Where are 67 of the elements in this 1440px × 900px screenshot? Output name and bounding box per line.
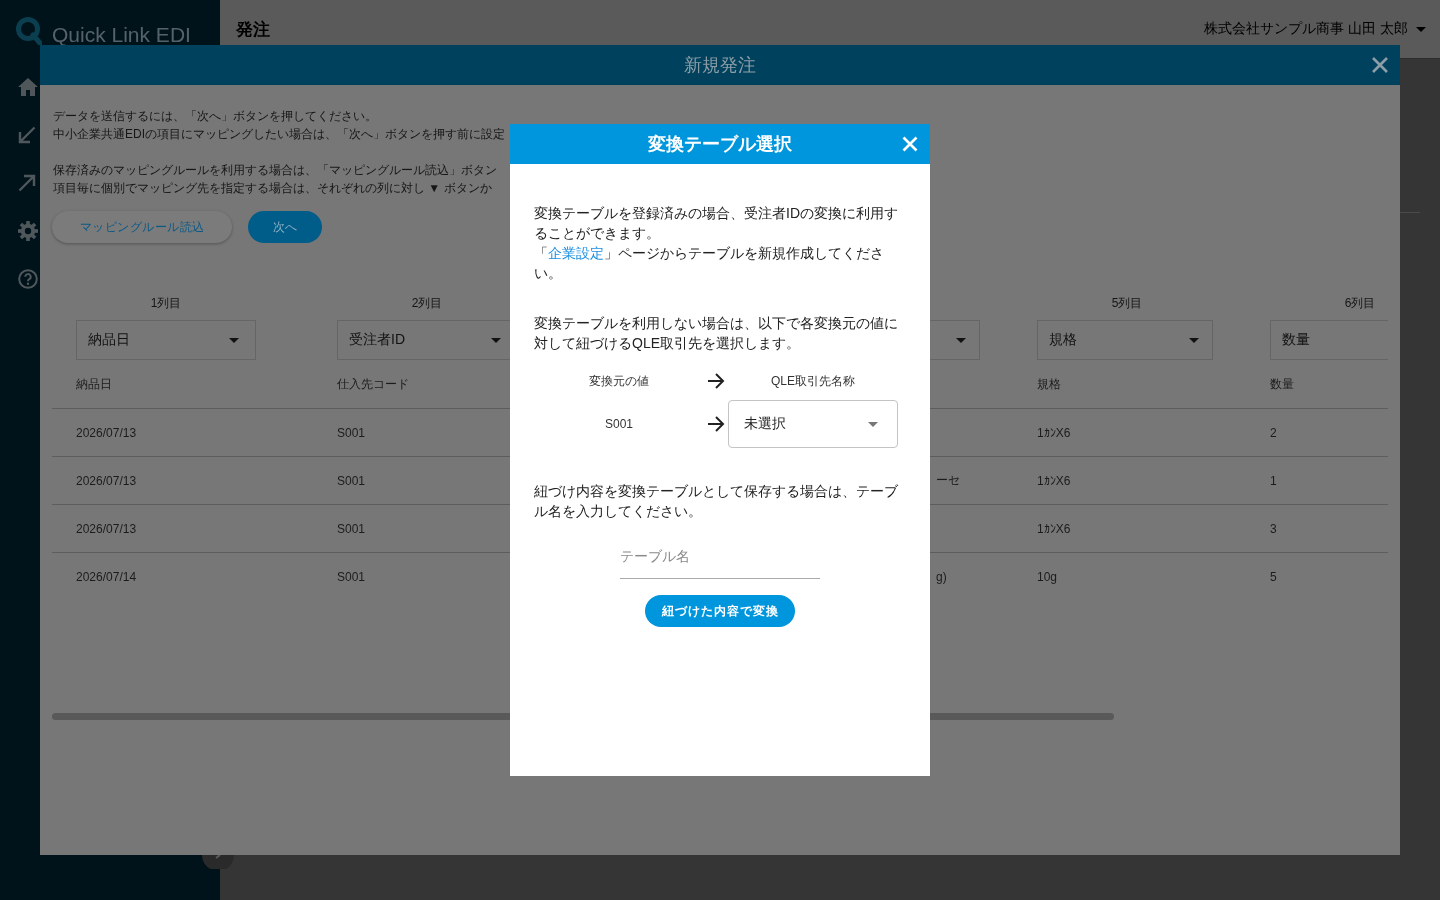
caret-icon (868, 421, 878, 427)
logo-icon (16, 17, 42, 45)
instruction-text: 紐づけ内容を変換テーブルとして保存する場合は、テーブル名を入力してください。 (534, 482, 899, 521)
close-icon (1371, 56, 1389, 74)
settings-icon[interactable] (18, 221, 38, 241)
instruction-text: 変換テーブルを登録済みの場合、受注者IDの変換に利用することができます。 (534, 204, 899, 243)
column-select[interactable]: 数量 (1270, 320, 1388, 360)
page-title: 発注 (236, 18, 270, 41)
instruction-text: 項目毎に個別でマッピング先を指定する場合は、それぞれの列に対し ▼ ボタンか (53, 180, 492, 197)
column-number-label: 1列目 (150, 296, 182, 310)
column-number-label: 6列目 (1344, 296, 1376, 310)
column-select[interactable]: 規格 (1037, 320, 1213, 360)
table-cell: 2026/07/13 (76, 521, 137, 536)
caret-icon (1189, 337, 1199, 343)
table-cell: 10g (1037, 569, 1058, 584)
column-heading: 規格 (1037, 375, 1061, 393)
instruction-text: 変換テーブルを利用しない場合は、以下で各変換元の値に対して紐づけるQLE取引先を選択します。 (534, 314, 899, 353)
caret-icon (956, 337, 966, 343)
home-icon[interactable] (18, 78, 38, 96)
instruction-text: 中小企業共通EDIの項目にマッピングしたい場合は、「次へ」ボタンを押す前に設定 (53, 126, 505, 143)
table-cell: S001 (337, 473, 366, 488)
close-button[interactable] (1371, 56, 1389, 74)
column-heading: 数量 (1270, 375, 1294, 393)
arrow-right-icon (707, 416, 725, 432)
logo-text: Quick Link EDI (52, 24, 191, 45)
table-cell: S001 (337, 521, 366, 536)
column-number-label: 2列目 (411, 296, 443, 310)
column-select[interactable]: 受注者ID (337, 320, 510, 360)
table-cell: 1ｶﾝX6 (1037, 473, 1071, 488)
table-cell: 2 (1270, 425, 1277, 440)
table-cell: S001 (337, 569, 366, 584)
table-cell: 5 (1270, 569, 1277, 584)
convert-button[interactable]: 紐づけた内容で変換 (645, 595, 795, 627)
arrow-down-left-icon[interactable] (18, 126, 36, 144)
instruction-text: 保存済みのマッピングルールを利用する場合は、「マッピングルール読込」ボタン (53, 162, 497, 179)
table-cell: 3 (1270, 521, 1277, 536)
table-cell: 2026/07/14 (76, 569, 137, 584)
caret-icon (1416, 26, 1426, 32)
column-heading: 仕入先コード (337, 375, 409, 393)
table-cell: g) (936, 569, 947, 584)
column-select[interactable]: 納品日 (76, 320, 256, 360)
company-settings-link[interactable]: 企業設定 (548, 245, 604, 261)
caret-icon (491, 337, 501, 343)
user-menu[interactable]: 株式会社サンプル商事 山田 太郎 (1204, 20, 1426, 38)
question-circle-icon[interactable] (18, 269, 38, 289)
arrow-right-icon (707, 373, 725, 389)
table-cell: 1 (1270, 473, 1277, 488)
mapping-heading: QLE取引先名称 (771, 373, 855, 390)
table-cell: 2026/07/13 (76, 473, 137, 488)
mapping-heading: 変換元の値 (589, 373, 649, 390)
next-button[interactable]: 次へ (248, 211, 322, 243)
source-value: S001 (605, 417, 633, 431)
instruction-text: データを送信するには、「次へ」ボタンを押してください。 (53, 108, 377, 125)
dialog-title: 新規発注 (684, 54, 756, 77)
caret-icon (229, 337, 239, 343)
table-cell: ーセ (936, 472, 960, 489)
column-heading: 納品日 (76, 375, 112, 393)
table-cell: S001 (337, 425, 366, 440)
table-cell: 1ｶﾝX6 (1037, 425, 1071, 440)
table-cell: 2026/07/13 (76, 425, 137, 440)
close-icon (902, 136, 918, 152)
partner-select[interactable]: 未選択 (728, 400, 898, 448)
column-number-label: 5列目 (1111, 296, 1143, 310)
table-cell: 1ｶﾝX6 (1037, 521, 1071, 536)
dialog-title: 変換テーブル選択 (648, 133, 792, 156)
arrow-up-right-icon[interactable] (18, 174, 36, 192)
instruction-text: 「企業設定」ページからテーブルを新規作成してください。 (534, 244, 885, 283)
